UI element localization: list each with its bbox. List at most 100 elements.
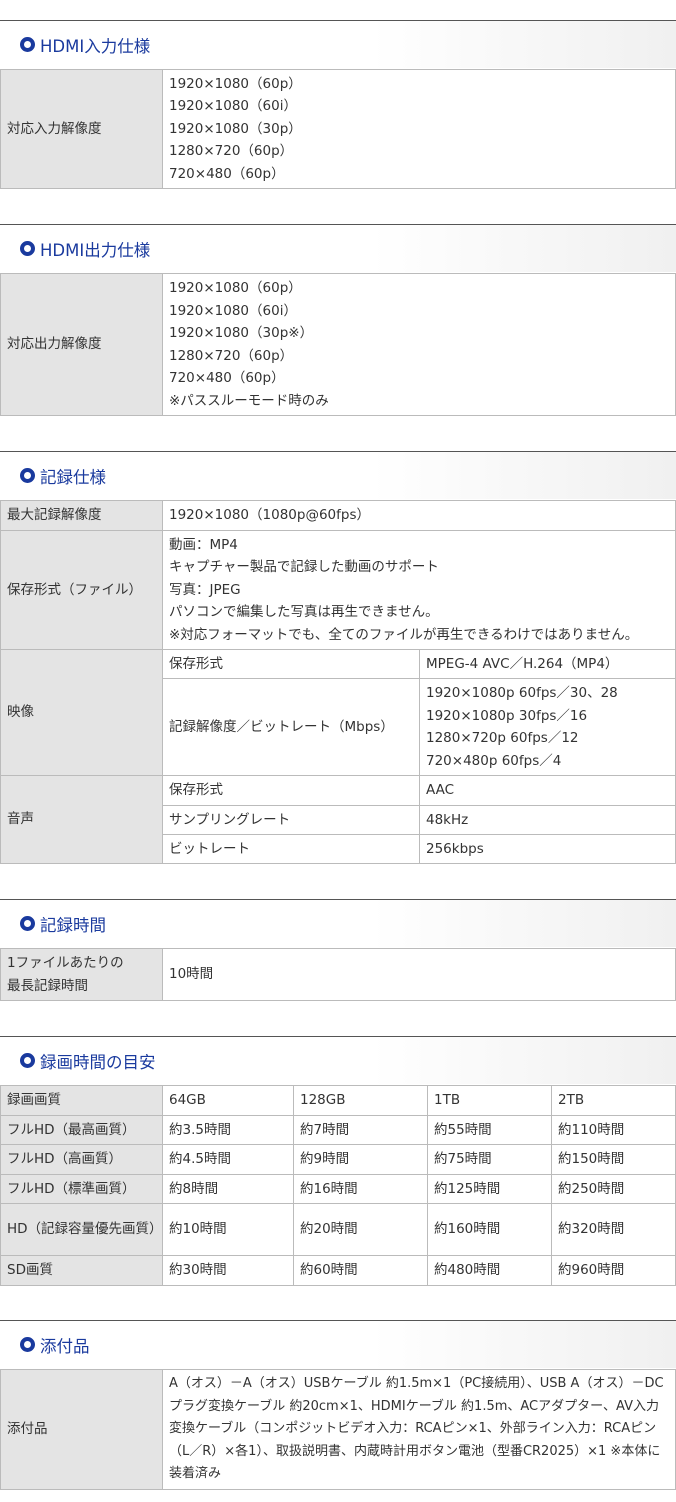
table-cell: 約16時間 — [293, 1174, 428, 1204]
circle-bullet-icon — [20, 37, 35, 52]
sub-value: 48kHz — [419, 805, 676, 835]
resolution-item: 1920×1080（60p） — [169, 75, 302, 92]
table-cell: 約960時間 — [551, 1255, 676, 1286]
table-cell: 約110時間 — [551, 1115, 676, 1145]
resolution-item: 1920×1080（60i） — [169, 98, 297, 115]
format-item: 動画：MP4 — [169, 536, 238, 553]
table-row: 最大記録解像度 1920×1080（1080p@60fps） — [0, 500, 676, 531]
resolution-item: 720×480（60p） — [169, 165, 285, 182]
table-row: 添付品 A（オス）－A（オス）USBケーブル 約1.5m×1（PC接続用）、US… — [0, 1369, 676, 1490]
sub-value: 1920×1080p 60fps／30、28 1920×1080p 30fps／… — [419, 678, 676, 776]
recording-spec-table: 最大記録解像度 1920×1080（1080p@60fps） 保存形式（ファイル… — [0, 500, 676, 864]
table-row: 1ファイルあたりの 最長記録時間 10時間 — [0, 948, 676, 1001]
table-cell: 約320時間 — [551, 1203, 676, 1256]
sub-label: 記録解像度／ビットレート（Mbps） — [162, 678, 420, 776]
hdmi-output-table: 対応出力解像度 1920×1080（60p） 1920×1080（60i） 19… — [0, 273, 676, 416]
sub-value: 256kbps — [419, 834, 676, 864]
format-item: キャプチャー製品で記録した動画のサポート — [169, 559, 439, 576]
sub-value: MPEG-4 AVC／H.264（MP4） — [419, 649, 676, 679]
sub-label: 保存形式 — [162, 775, 420, 806]
section-title: 記録時間 — [40, 915, 106, 935]
table-row: 対応出力解像度 1920×1080（60p） 1920×1080（60i） 19… — [0, 273, 676, 416]
section-title: HDMI出力仕様 — [40, 240, 151, 260]
section-title: 記録仕様 — [40, 467, 106, 487]
table-row: フルHD（最高画質） 約3.5時間 約7時間 約55時間 約110時間 — [0, 1115, 676, 1145]
table-row: 対応入力解像度 1920×1080（60p） 1920×1080（60i） 19… — [0, 69, 676, 189]
circle-bullet-icon — [20, 916, 35, 931]
row-value: 1920×1080（1080p@60fps） — [162, 500, 676, 531]
bitrate-item: 720×480p 60fps／4 — [426, 752, 562, 769]
table-cell: 約55時間 — [427, 1115, 552, 1145]
table-row: フルHD（高画質） 約4.5時間 約9時間 約75時間 約150時間 — [0, 1144, 676, 1175]
column-header: 64GB — [162, 1085, 294, 1116]
row-label: フルHD（最高画質） — [0, 1115, 163, 1145]
row-label: 対応出力解像度 — [0, 273, 163, 416]
table-row: HD（記録容量優先画質） 約10時間 約20時間 約160時間 約320時間 — [0, 1203, 676, 1256]
resolution-item: 1280×720（60p） — [169, 143, 294, 160]
table-cell: 約160時間 — [427, 1203, 552, 1256]
row-label: 音声 — [0, 775, 163, 864]
bitrate-item: 1920×1080p 60fps／30、28 — [426, 685, 618, 701]
row-label: HD（記録容量優先画質） — [0, 1203, 163, 1256]
column-header: 録画画質 — [0, 1085, 163, 1116]
table-header-row: 録画画質 64GB 128GB 1TB 2TB — [0, 1085, 676, 1116]
hdmi-input-table: 対応入力解像度 1920×1080（60p） 1920×1080（60i） 19… — [0, 69, 676, 189]
format-item: 写真：JPEG — [169, 581, 241, 598]
label-line: 最長記録時間 — [7, 977, 88, 994]
table-cell: 約8時間 — [162, 1174, 294, 1204]
column-header: 128GB — [293, 1085, 428, 1116]
table-cell: 約20時間 — [293, 1203, 428, 1256]
table-cell: 約7時間 — [293, 1115, 428, 1145]
row-label: 映像 — [0, 649, 163, 776]
row-label: フルHD（高画質） — [0, 1144, 163, 1175]
table-cell: 約75時間 — [427, 1144, 552, 1175]
table-row: 保存形式（ファイル） 動画：MP4 キャプチャー製品で記録した動画のサポート 写… — [0, 530, 676, 650]
circle-bullet-icon — [20, 241, 35, 256]
resolution-item: 1280×720（60p） — [169, 347, 294, 364]
accessories-table: 添付品 A（オス）－A（オス）USBケーブル 約1.5m×1（PC接続用）、US… — [0, 1369, 676, 1490]
sub-value: AAC — [419, 775, 676, 806]
row-label: 保存形式（ファイル） — [0, 530, 163, 650]
table-cell: 約250時間 — [551, 1174, 676, 1204]
circle-bullet-icon — [20, 1053, 35, 1068]
section-header-recording: 記録仕様 — [0, 451, 676, 499]
section-title: 録画時間の目安 — [40, 1052, 156, 1072]
section-title: HDMI入力仕様 — [40, 36, 151, 56]
row-label: 1ファイルあたりの 最長記録時間 — [0, 948, 163, 1001]
section-header-accessories: 添付品 — [0, 1320, 676, 1368]
row-value: 動画：MP4 キャプチャー製品で記録した動画のサポート 写真：JPEG パソコン… — [162, 530, 676, 650]
table-row: フルHD（標準画質） 約8時間 約16時間 約125時間 約250時間 — [0, 1174, 676, 1204]
table-cell: 約30時間 — [162, 1255, 294, 1286]
circle-bullet-icon — [20, 1337, 35, 1352]
resolution-item: 1920×1080（30p※） — [169, 325, 314, 341]
section-header-estimate: 録画時間の目安 — [0, 1036, 676, 1084]
row-value: A（オス）－A（オス）USBケーブル 約1.5m×1（PC接続用）、USB A（… — [162, 1369, 676, 1490]
resolution-item: 1920×1080（30p） — [169, 120, 302, 137]
recording-time-table: 1ファイルあたりの 最長記録時間 10時間 — [0, 948, 676, 1001]
table-cell: 約150時間 — [551, 1144, 676, 1175]
row-label: SD画質 — [0, 1255, 163, 1286]
note-text: ※対応フォーマットでも、全てのファイルが再生できるわけではありません。 — [169, 626, 639, 643]
column-header: 1TB — [427, 1085, 552, 1116]
row-value: 1920×1080（60p） 1920×1080（60i） 1920×1080（… — [162, 69, 676, 189]
bitrate-item: 1920×1080p 30fps／16 — [426, 707, 588, 724]
table-cell: 約60時間 — [293, 1255, 428, 1286]
table-cell: 約10時間 — [162, 1203, 294, 1256]
table-row: SD画質 約30時間 約60時間 約480時間 約960時間 — [0, 1255, 676, 1286]
row-label: 対応入力解像度 — [0, 69, 163, 189]
row-label: 最大記録解像度 — [0, 500, 163, 531]
table-cell: 約9時間 — [293, 1144, 428, 1175]
table-cell: 約125時間 — [427, 1174, 552, 1204]
section-title: 添付品 — [40, 1336, 90, 1356]
table-cell: 約480時間 — [427, 1255, 552, 1286]
circle-bullet-icon — [20, 468, 35, 483]
column-header: 2TB — [551, 1085, 676, 1116]
section-header-hdmi-output: HDMI出力仕様 — [0, 224, 676, 272]
sub-label: ビットレート — [162, 834, 420, 864]
table-row: 映像 保存形式 MPEG-4 AVC／H.264（MP4） — [0, 649, 676, 776]
section-header-recording-time: 記録時間 — [0, 899, 676, 947]
table-cell: 約3.5時間 — [162, 1115, 294, 1145]
row-value: 10時間 — [162, 948, 676, 1001]
row-value: 1920×1080（60p） 1920×1080（60i） 1920×1080（… — [162, 273, 676, 416]
note-text: ※パススルーモード時のみ — [169, 392, 329, 409]
